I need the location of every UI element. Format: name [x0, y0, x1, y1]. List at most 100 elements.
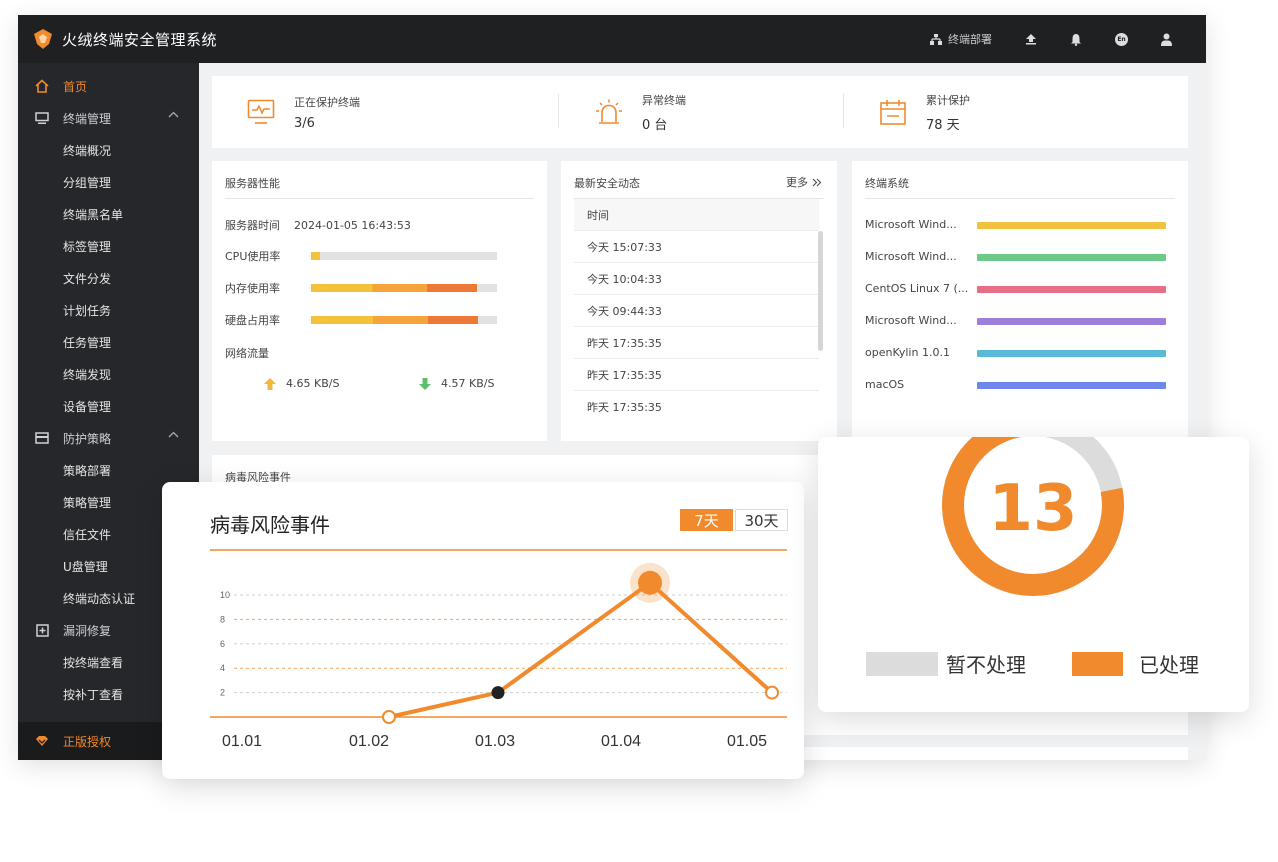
- y-tick-label: 4: [220, 663, 225, 673]
- table-row[interactable]: 今天 15:07:33: [574, 231, 819, 263]
- sidebar-item-device-mgmt[interactable]: 设备管理: [18, 390, 199, 422]
- os-bar: [977, 222, 1166, 229]
- user-button[interactable]: [1161, 33, 1172, 46]
- cpu-usage-bar: [311, 252, 497, 260]
- deploy-label: 终端部署: [948, 33, 992, 46]
- sidebar-group-terminal[interactable]: 终端管理: [18, 102, 199, 134]
- legend-label: 暂不处理: [946, 653, 1026, 677]
- legend-label: 已处理: [1139, 653, 1199, 677]
- chevron-up-icon: [168, 111, 179, 118]
- more-label: 更多: [786, 176, 808, 189]
- upload-icon: [1026, 34, 1036, 45]
- table-row[interactable]: 昨天 17:35:35: [574, 327, 819, 359]
- scrollbar[interactable]: [818, 231, 823, 351]
- server-time-label: 服务器时间: [225, 219, 280, 232]
- data-point: [638, 570, 662, 595]
- language-button[interactable]: En: [1115, 32, 1128, 46]
- os-row: Microsoft Wind...: [865, 314, 1175, 330]
- divider: [225, 198, 534, 199]
- monitor-pulse-icon: [246, 97, 276, 127]
- os-row: openKylin 1.0.1: [865, 346, 1175, 362]
- card-title: 服务器性能: [225, 177, 280, 190]
- card-title: 最新安全动态: [574, 177, 640, 190]
- sidebar-item-home[interactable]: 首页: [18, 70, 199, 102]
- sidebar-item-terminal-discovery[interactable]: 终端发现: [18, 358, 199, 390]
- download-speed: 4.57 KB/S: [419, 377, 494, 390]
- disk-usage-bar: [311, 316, 497, 324]
- server-time-value: 2024-01-05 16:43:53: [294, 218, 411, 232]
- stat-value: 78 天: [926, 117, 960, 133]
- x-tick-label: 01.04: [601, 733, 641, 750]
- shield-icon: [35, 735, 49, 747]
- upload-button[interactable]: [1025, 33, 1037, 45]
- table-row[interactable]: 昨天 17:35:35: [574, 359, 819, 391]
- sidebar-item-task-mgmt[interactable]: 任务管理: [18, 326, 199, 358]
- os-name: openKylin 1.0.1: [865, 346, 950, 359]
- stats-card: 正在保护终端 3/6 异常终端 0 台 累计保护 78 天: [212, 76, 1188, 148]
- os-name: Microsoft Wind...: [865, 314, 957, 327]
- stat-label: 累计保护: [926, 93, 970, 107]
- divider: [843, 94, 844, 128]
- upload-value: 4.65 KB/S: [286, 377, 340, 390]
- y-tick-label: 2: [220, 688, 225, 698]
- os-bar: [977, 286, 1166, 293]
- y-tick-label: 6: [220, 639, 225, 649]
- network-label: 网络流量: [225, 347, 269, 360]
- os-bar: [977, 254, 1166, 261]
- sidebar-group-protection[interactable]: 防护策略: [18, 422, 199, 454]
- logo-icon: [32, 28, 54, 50]
- os-bar: [977, 318, 1166, 325]
- table-row[interactable]: 今天 09:44:33: [574, 295, 819, 327]
- notification-button[interactable]: [1070, 33, 1082, 46]
- os-name: macOS: [865, 378, 905, 391]
- divider: [865, 198, 1175, 199]
- server-card: 服务器性能 服务器时间 2024-01-05 16:43:53 CPU使用率 内…: [212, 161, 547, 441]
- os-name: CentOS Linux 7 (...: [865, 282, 969, 295]
- disk-row: 硬盘占用率: [225, 313, 525, 327]
- os-row: CentOS Linux 7 (...: [865, 282, 1175, 298]
- data-point: [491, 686, 505, 700]
- virus-risk-chart-card: 病毒风险事件 7天 30天 2 4 6 8 10 01.01 01.02 01.03 01.04…: [162, 482, 804, 779]
- download-value: 4.57 KB/S: [441, 377, 495, 390]
- sidebar-item-file-distribution[interactable]: 文件分发: [18, 262, 199, 294]
- table-header: 时间: [574, 199, 819, 231]
- disk-usage-fill: [311, 316, 479, 324]
- stat-abnormal: 异常终端 0 台: [594, 76, 686, 148]
- sidebar-item-scheduled-tasks[interactable]: 计划任务: [18, 294, 199, 326]
- stat-value: 3/6: [294, 115, 315, 131]
- memory-row: 内存使用率: [225, 281, 525, 295]
- sidebar-group-label: 终端管理: [63, 111, 112, 126]
- cpu-row: CPU使用率: [225, 249, 525, 263]
- home-icon: [35, 79, 49, 93]
- language-icon: En: [1115, 32, 1128, 46]
- monitor-icon: [35, 111, 49, 125]
- series-line: [388, 580, 774, 719]
- x-tick-label: 01.02: [349, 733, 389, 750]
- os-row: Microsoft Wind...: [865, 218, 1175, 234]
- os-row: Microsoft Wind...: [865, 250, 1175, 266]
- server-time-row: 服务器时间 2024-01-05 16:43:53: [225, 217, 411, 233]
- os-bar: [977, 382, 1166, 389]
- legend-processed: 已处理: [1072, 649, 1199, 678]
- sidebar-item-group-mgmt[interactable]: 分组管理: [18, 166, 199, 198]
- sidebar-item-terminal-overview[interactable]: 终端概况: [18, 134, 199, 166]
- donut-total: 13: [988, 472, 1077, 546]
- events-card: 最新安全动态 更多 时间 今天 15:07:33 今天 10:04:33 今天 …: [561, 161, 837, 441]
- more-link[interactable]: 更多: [786, 174, 822, 190]
- sidebar-item-tag-mgmt[interactable]: 标签管理: [18, 230, 199, 262]
- double-chevron-right-icon: [812, 178, 822, 186]
- os-bar: [977, 350, 1166, 357]
- sidebar-item-blacklist[interactable]: 终端黑名单: [18, 198, 199, 230]
- plus-square-icon: [35, 623, 49, 637]
- stat-label: 异常终端: [642, 93, 686, 107]
- table-row[interactable]: 今天 10:04:33: [574, 263, 819, 295]
- sidebar-group-label: 漏洞修复: [63, 623, 112, 638]
- os-name: Microsoft Wind...: [865, 218, 957, 231]
- table-row[interactable]: 昨天 17:35:35: [574, 391, 819, 423]
- card-title: 终端系统: [865, 177, 909, 190]
- legend-swatch: [1072, 651, 1123, 676]
- deploy-button[interactable]: 终端部署: [930, 31, 992, 47]
- sitemap-icon: [930, 33, 942, 45]
- y-tick-label: 10: [220, 590, 230, 600]
- cpu-usage-fill: [311, 252, 321, 260]
